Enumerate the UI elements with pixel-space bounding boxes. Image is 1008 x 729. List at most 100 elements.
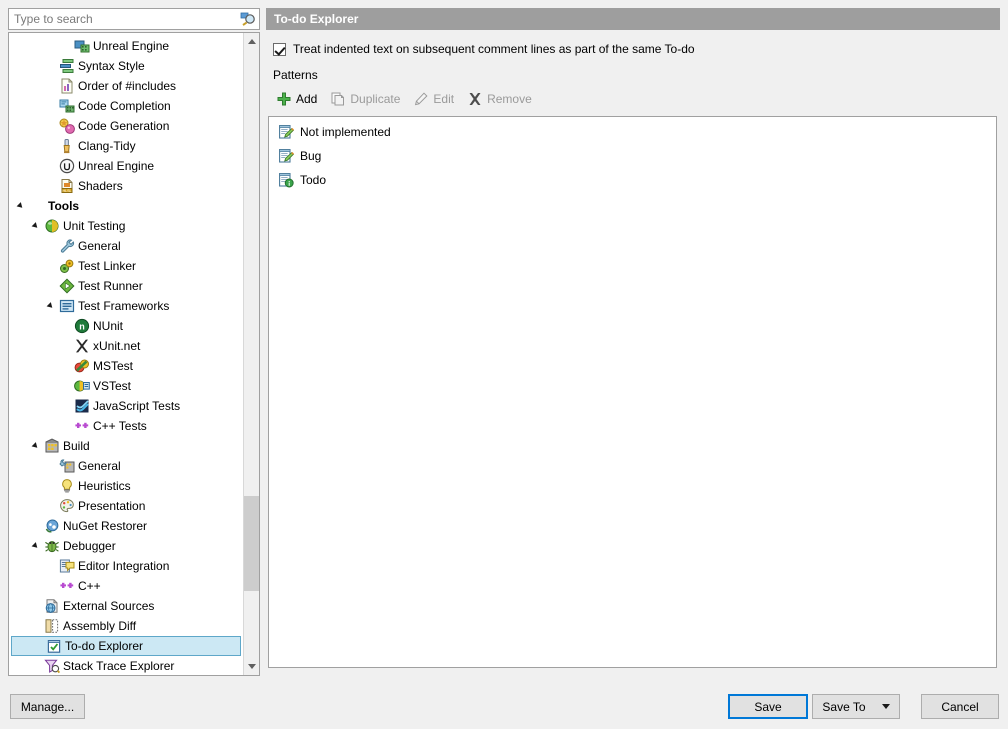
tree-item-mstest[interactable]: MSTest [9,356,243,376]
tree-item-unreal-engine[interactable]: Unreal Engine [9,36,243,56]
test-frameworks-icon [58,298,75,314]
palette-icon [58,498,75,514]
treat-indented-text-label: Treat indented text on subsequent commen… [293,42,695,56]
tree-item-test-linker[interactable]: Test Linker [9,256,243,276]
cancel-button-label: Cancel [941,699,979,714]
tree-item-shaders[interactable]: HLSL Shaders [9,176,243,196]
tree-item-code-generation[interactable]: Code Generation [9,116,243,136]
tree-item-to-do-explorer[interactable]: To-do Explorer [11,636,241,656]
scrollbar-thumb[interactable] [244,496,259,591]
unreal-logo-icon [58,158,75,174]
settings-tree[interactable]: Unreal Engine Syntax Style Order of #inclu… [9,33,243,675]
tree-item-tools[interactable]: Tools [9,196,243,216]
tree-item-xunit-net[interactable]: xUnit.net [9,336,243,356]
tree-item-label: Assembly Diff [63,619,137,633]
add-button[interactable]: Add [273,88,323,110]
manage-button-label: Manage... [20,699,75,714]
expander-collapse-icon[interactable] [45,296,58,316]
tree-item-general[interactable]: General [9,456,243,476]
tree-item-c-tests[interactable]: C++ Tests [9,416,243,436]
duplicate-button[interactable]: Duplicate [327,88,406,110]
tree-item-order-of-includes[interactable]: Order of #includes [9,76,243,96]
pattern-list-item-label: Bug [300,149,322,163]
tree-vertical-scrollbar[interactable] [243,33,259,675]
debugger-bug-icon [43,538,60,554]
tree-item-label: Test Runner [78,279,143,293]
save-button[interactable]: Save [728,694,808,719]
scroll-up-icon[interactable] [244,33,259,50]
cancel-button[interactable]: Cancel [921,694,999,719]
order-includes-icon [58,78,75,94]
nuget-icon [43,518,60,534]
tree-item-nunit[interactable]: n NUnit [9,316,243,336]
tree-item-presentation[interactable]: Presentation [9,496,243,516]
note-pencil-icon [277,147,295,165]
tree-item-test-frameworks[interactable]: Test Frameworks [9,296,243,316]
tree-item-build[interactable]: Build [9,436,243,456]
search-icon[interactable] [237,9,259,29]
tree-item-javascript-tests[interactable]: JavaScript Tests [9,396,243,416]
expander-collapse-icon[interactable] [30,216,43,236]
lightbulb-icon [58,478,75,494]
tree-item-debugger[interactable]: Debugger [9,536,243,556]
scroll-down-icon[interactable] [244,658,259,675]
tree-item-label: Test Frameworks [78,299,170,313]
duplicate-icon [329,91,347,107]
wrench-icon [58,238,75,254]
manage-button[interactable]: Manage... [10,694,85,719]
tree-item-label: To-do Explorer [65,639,144,653]
mstest-icon [73,358,90,374]
tree-item-stack-trace-explorer[interactable]: Stack Trace Explorer [9,656,243,675]
tree-item-label: Code Completion [78,99,171,113]
patterns-list[interactable]: Not implemented Bug Todo [268,116,997,668]
tree-item-unit-testing[interactable]: Unit Testing [9,216,243,236]
todo-explorer-icon [45,638,62,654]
stack-trace-icon [43,658,60,674]
tree-item-label: External Sources [63,599,155,613]
expander-collapse-icon[interactable] [30,436,43,456]
tree-item-unreal-engine[interactable]: Unreal Engine [9,156,243,176]
tree-item-label: Presentation [78,499,146,513]
tree-item-vstest[interactable]: VSTest [9,376,243,396]
search-input[interactable] [9,10,237,28]
svg-text:HLSL: HLSL [62,189,71,193]
code-generation-icon [58,118,75,134]
syntax-style-icon [58,58,75,74]
settings-tree-panel[interactable]: Unreal Engine Syntax Style Order of #inclu… [8,32,260,676]
expander-collapse-icon[interactable] [30,536,43,556]
tree-item-label: Tools [48,199,80,213]
edit-button[interactable]: Edit [410,88,460,110]
save-to-button[interactable]: Save To [812,694,900,719]
tree-item-editor-integration[interactable]: Editor Integration [9,556,243,576]
tree-item-nuget-restorer[interactable]: NuGet Restorer [9,516,243,536]
tree-item-label: Test Linker [78,259,137,273]
tree-item-external-sources[interactable]: External Sources [9,596,243,616]
tree-item-test-runner[interactable]: Test Runner [9,276,243,296]
pattern-list-item-label: Not implemented [300,125,391,139]
cpp-tests-icon [58,578,75,594]
tree-item-heuristics[interactable]: Heuristics [9,476,243,496]
treat-indented-text-checkbox[interactable] [273,42,286,56]
tree-item-clang-tidy[interactable]: Clang-Tidy [9,136,243,156]
remove-button[interactable]: Remove [464,88,538,110]
tree-item-label: Syntax Style [78,59,145,73]
search-box[interactable] [8,8,260,30]
pattern-list-item[interactable]: Todo [269,168,996,192]
pattern-list-item[interactable]: Bug [269,144,996,168]
tree-item-c[interactable]: C++ [9,576,243,596]
tree-item-code-completion[interactable]: Code Completion [9,96,243,116]
tree-item-assembly-diff[interactable]: Assembly Diff [9,616,243,636]
options-dialog: Unreal Engine Syntax Style Order of #inclu… [0,0,1008,729]
page-body: Treat indented text on subsequent commen… [266,42,1000,668]
tree-item-syntax-style[interactable]: Syntax Style [9,56,243,76]
treat-indented-text-checkbox-row[interactable]: Treat indented text on subsequent commen… [266,42,1000,56]
pattern-list-item[interactable]: Not implemented [269,120,996,144]
expander-collapse-icon[interactable] [15,196,28,216]
cpp-tests-icon [73,418,90,434]
tree-item-label: MSTest [93,359,134,373]
tree-item-general[interactable]: General [9,236,243,256]
